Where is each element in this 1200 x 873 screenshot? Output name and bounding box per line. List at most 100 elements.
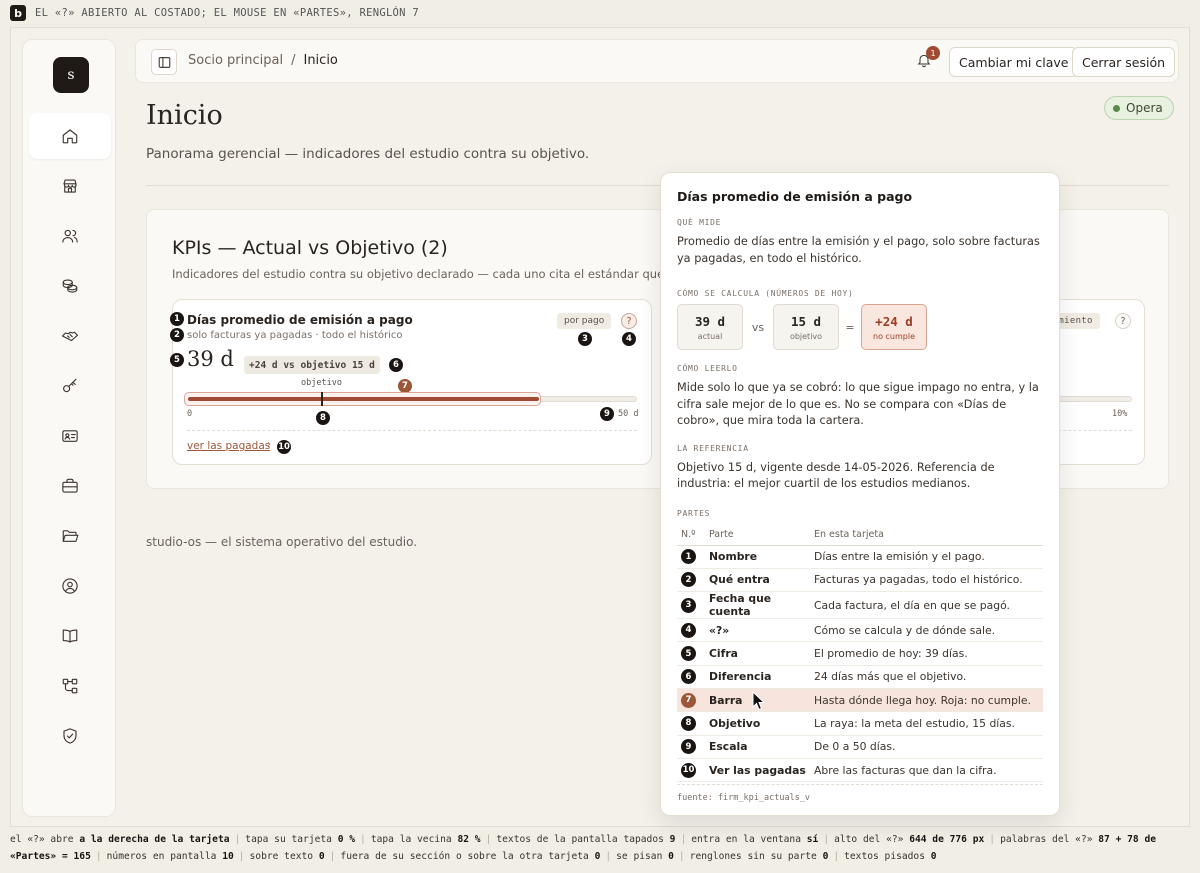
parts-row[interactable]: 6 Diferencia 24 días más que el objetivo.	[677, 665, 1043, 689]
marker-1: 1	[170, 312, 184, 326]
parts-header-card: En esta tarjeta	[810, 525, 1043, 546]
nav-docs[interactable]	[29, 613, 111, 659]
parts-row-description: Cómo se calcula y de dónde sale.	[810, 618, 1043, 643]
calc-result-box: +24 d no cumple	[861, 304, 927, 350]
metric-value: 10	[222, 850, 234, 862]
parts-row-description: De 0 a 50 días.	[810, 735, 1043, 759]
metrics-separator: |	[238, 850, 245, 862]
change-password-button[interactable]: Cambiar mi clave	[949, 47, 1079, 77]
nav-keys[interactable]	[29, 363, 111, 409]
nav-deals[interactable]	[29, 313, 111, 359]
nav-files[interactable]	[29, 513, 111, 559]
parts-row-description: Facturas ya pagadas, todo el histórico.	[810, 568, 1043, 593]
nav-projects[interactable]	[29, 463, 111, 509]
parts-row-number-cell: 2	[677, 568, 705, 593]
metric-label: entra en la ventana	[691, 834, 801, 845]
notifications-button[interactable]: 1	[916, 46, 940, 72]
kpi-card-value: 39 d	[187, 347, 234, 371]
metric-value: 82 %	[457, 834, 481, 845]
nav-id[interactable]	[29, 413, 111, 459]
what-text: Promedio de días entre la emisión y el p…	[677, 235, 1040, 265]
nav-workflow[interactable]	[29, 663, 111, 709]
nav-coins[interactable]	[29, 263, 111, 309]
home-icon	[62, 129, 78, 144]
calc-objective-box: 15 d objetivo	[773, 304, 839, 350]
key-icon	[63, 378, 77, 393]
kpi-card-name: Días promedio de emisión a pago	[187, 313, 413, 327]
ref-text: Objetivo 15 d, vigente desde 14-05-2026.…	[677, 460, 995, 491]
metric-label: números en pantalla	[106, 850, 217, 862]
calc-vs: vs	[751, 320, 765, 334]
parts-section-label: PARTES	[677, 508, 711, 518]
metrics-separator: |	[234, 834, 241, 845]
parts-row-name: «?»	[705, 618, 810, 643]
scale-max-label: 50 d	[618, 409, 639, 419]
metric-value: 0 %	[337, 834, 356, 845]
marker-4: 4	[622, 332, 636, 346]
shield-check-icon	[63, 728, 77, 744]
parts-row[interactable]: 7 Barra Hasta dónde llega hoy. Roja: no cu…	[677, 688, 1043, 713]
marker-2: 2	[170, 328, 184, 342]
parts-row[interactable]: 8 Objetivo La raya: la meta del estudio, 1…	[677, 711, 1043, 736]
status-badge: Opera	[1104, 96, 1174, 120]
second-card-help-button[interactable]: ?	[1115, 313, 1131, 329]
studio-logo[interactable]: s	[53, 57, 89, 93]
parts-row-number-cell: 10	[677, 758, 705, 783]
id-card-icon	[62, 430, 78, 442]
parts-row-description: Abre las facturas que dan la cifra.	[810, 758, 1043, 783]
calc-objective-label: objetivo	[789, 331, 823, 341]
parts-row-number-cell: 8	[677, 711, 705, 736]
parts-row-number-cell: 9	[677, 735, 705, 759]
parts-row[interactable]: 9 Escala De 0 a 50 días.	[677, 735, 1043, 759]
parts-row-name: Qué entra	[705, 568, 810, 593]
parts-row[interactable]: 4 «?» Cómo se calcula y de dónde sale.	[677, 618, 1043, 643]
metric-label: se pisan	[616, 850, 663, 862]
nav-security[interactable]	[29, 713, 111, 759]
calc-actual-value: 39 d	[694, 313, 726, 329]
scale-min-label: 0	[187, 409, 193, 419]
parts-row-number: 9	[681, 739, 696, 755]
nav-users[interactable]	[29, 213, 111, 259]
kpi-panel-title: KPIs — Actual vs Objetivo (2)	[172, 237, 448, 259]
user-circle-icon	[62, 578, 78, 594]
parts-row[interactable]: 2 Qué entra Facturas ya pagadas, todo el h…	[677, 568, 1043, 593]
nav-store[interactable]	[29, 163, 111, 209]
parts-row[interactable]: 10 Ver las pagadas Abre las facturas que d…	[677, 758, 1043, 783]
parts-row[interactable]: 3 Fecha que cuenta Cada factura, el día en…	[677, 591, 1043, 620]
parts-row-number-cell: 3	[677, 591, 705, 620]
parts-row-description: El promedio de hoy: 39 días.	[810, 641, 1043, 666]
parts-row[interactable]: 1 Nombre Días entre la emisión y el pago.	[677, 545, 1043, 569]
parts-row-description: Cada factura, el día en que se pagó.	[810, 591, 1043, 620]
parts-row[interactable]: 5 Cifra El promedio de hoy: 39 días.	[677, 641, 1043, 666]
marker-3: 3	[578, 332, 592, 346]
nav-profile[interactable]	[29, 563, 111, 609]
app-window: s Socio principal / Inicio 1 Cambiar mi …	[10, 27, 1190, 827]
metric-value: 644 de 776 px	[909, 834, 985, 845]
calc-result-value: +24 d	[875, 313, 913, 329]
nav-home[interactable]	[29, 113, 111, 159]
book-icon	[62, 629, 78, 643]
metrics-separator: |	[95, 850, 102, 862]
breadcrumb-root[interactable]: Socio principal	[188, 53, 283, 68]
parts-row-name: Escala	[705, 735, 810, 759]
calc-section-label: CÓMO SE CALCULA (NÚMEROS DE HOY)	[677, 289, 854, 298]
kpi-card-days-to-payment[interactable]: 1 Días promedio de emisión a pago 2 solo…	[170, 299, 652, 465]
sidebar-toggle-button[interactable]	[151, 49, 177, 75]
metric-value: 0	[930, 850, 937, 862]
parts-row-number-cell: 1	[677, 545, 705, 569]
logout-button[interactable]: Cerrar sesión	[1072, 47, 1176, 77]
metric-label: el «?» abre	[10, 834, 74, 845]
marker-10: 10	[277, 440, 291, 454]
view-paid-link[interactable]: ver las pagadas	[187, 440, 270, 452]
sidebar: s	[22, 39, 116, 817]
parts-row-description: Hasta dónde llega hoy. Roja: no cumple.	[810, 688, 1043, 713]
metrics-footer: el «?» abre a la derecha de la tarjeta | t…	[10, 832, 1195, 865]
metric-label: fuera de su sección o sobre la otra tarj…	[340, 850, 589, 862]
help-button[interactable]: ?	[621, 313, 637, 329]
parts-row-name: Cifra	[705, 641, 810, 666]
parts-row-description: Días entre la emisión y el pago.	[810, 545, 1043, 569]
popover-footer-divider	[677, 784, 1043, 785]
metrics-separator: |	[360, 834, 366, 845]
calc-objective-value: 15 d	[790, 313, 822, 329]
progress-bar	[187, 396, 637, 402]
